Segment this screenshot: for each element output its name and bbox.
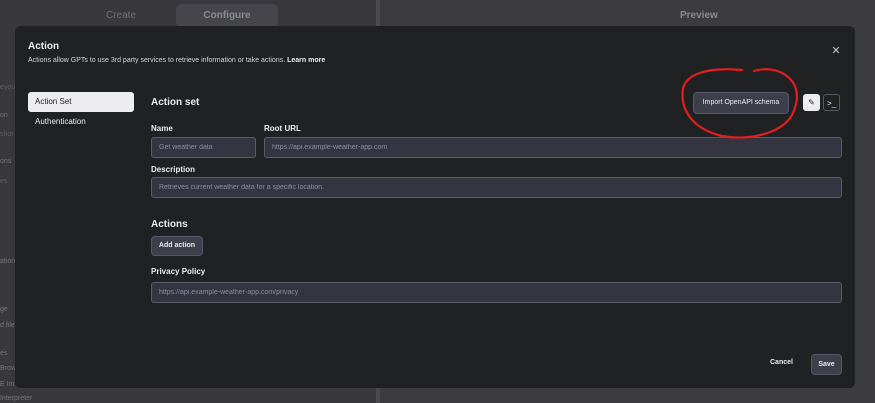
- add-action-button[interactable]: Add action: [151, 236, 203, 256]
- background-fragment: ation: [0, 258, 16, 265]
- privacy-policy-label: Privacy Policy: [151, 267, 206, 276]
- cancel-button[interactable]: Cancel: [770, 359, 793, 366]
- action-set-title: Action set: [151, 97, 200, 108]
- edit-icon[interactable]: ✎: [803, 94, 820, 111]
- modal-subtitle-text: Actions allow GPTs to use 3rd party serv…: [28, 57, 286, 64]
- background-tab-configure: Configure: [176, 4, 278, 28]
- background-fragment: on: [0, 112, 8, 119]
- learn-more-link[interactable]: Learn more: [287, 57, 325, 64]
- background-fragment: E Im: [0, 381, 15, 388]
- nav-item-authentication[interactable]: Authentication: [28, 112, 134, 132]
- import-openapi-schema-button[interactable]: Import OpenAPI schema: [693, 92, 789, 114]
- save-button[interactable]: Save: [811, 354, 842, 375]
- close-icon[interactable]: ✕: [829, 44, 843, 58]
- terminal-icon[interactable]: >_: [823, 94, 840, 111]
- background-fragment: es: [0, 350, 8, 357]
- background-fragment: d file: [0, 322, 15, 329]
- background-fragment: es: [0, 178, 8, 185]
- root-url-input[interactable]: [264, 137, 842, 158]
- modal-side-nav: Action Set Authentication: [28, 92, 134, 132]
- background-tab-create: Create: [105, 10, 136, 21]
- actions-title: Actions: [151, 219, 188, 230]
- description-label: Description: [151, 165, 196, 174]
- name-label: Name: [151, 124, 173, 133]
- background-fragment: Brow: [0, 365, 16, 372]
- background-fragment: Interpreter: [0, 395, 33, 402]
- action-modal: Action Actions allow GPTs to use 3rd par…: [15, 26, 855, 388]
- root-url-label: Root URL: [264, 124, 301, 133]
- background-fragment: shor: [0, 131, 14, 138]
- privacy-policy-input[interactable]: [151, 282, 842, 303]
- background-fragment: ons: [0, 158, 12, 165]
- background-preview-label: Preview: [680, 10, 718, 21]
- background-fragment: eyou: [0, 84, 16, 91]
- name-input[interactable]: [151, 137, 256, 158]
- modal-subtitle: Actions allow GPTs to use 3rd party serv…: [28, 57, 325, 64]
- background-tabs: Create Configure: [70, 4, 278, 28]
- background-fragment: ge: [0, 306, 8, 313]
- nav-item-action-set[interactable]: Action Set: [28, 92, 134, 112]
- description-input[interactable]: [151, 177, 842, 198]
- modal-title: Action: [28, 41, 60, 52]
